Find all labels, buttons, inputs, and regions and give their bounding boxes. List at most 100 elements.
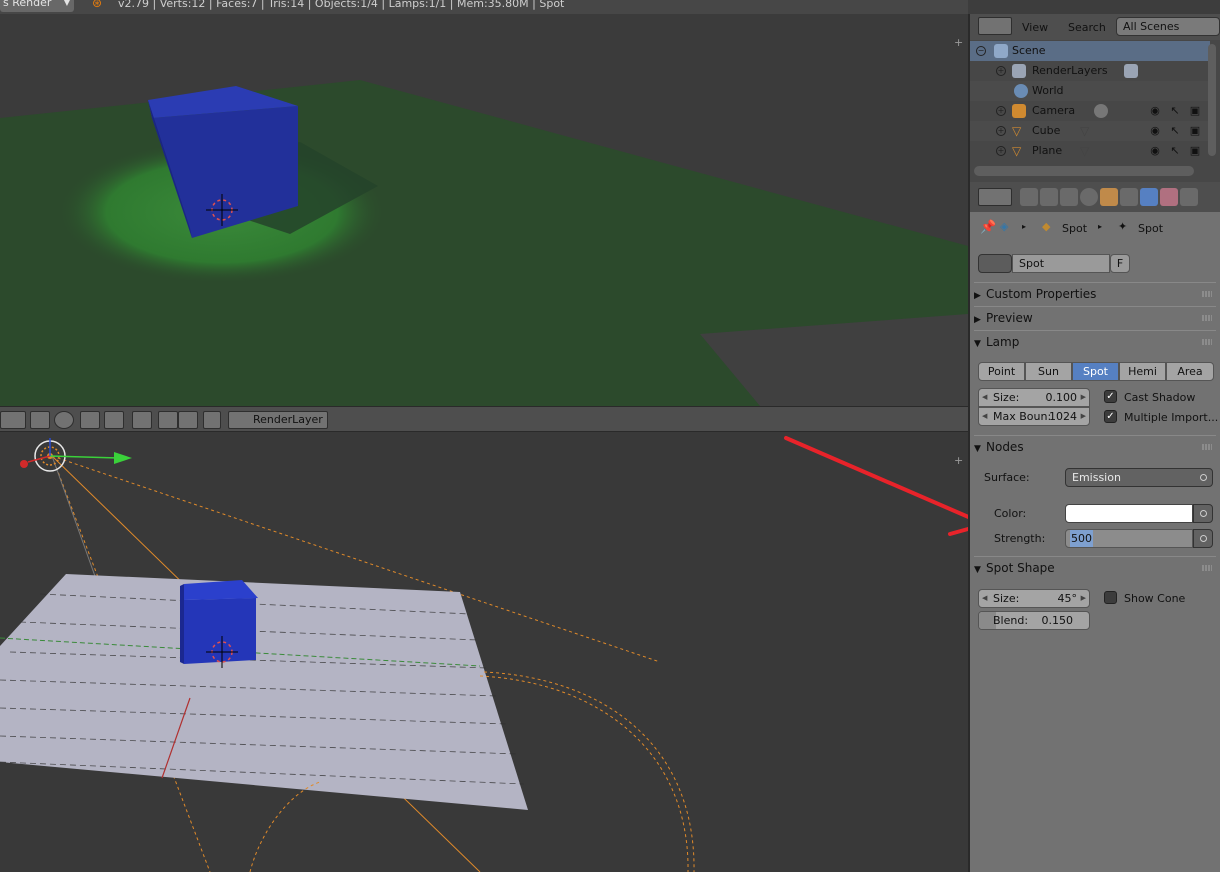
object-tab-icon[interactable] [1100,188,1118,206]
lamp-type-hemi[interactable]: Hemi [1119,362,1166,381]
render-layer-button[interactable]: RenderLayer [228,411,328,429]
fake-user-button[interactable]: F [1110,254,1130,273]
lamp-type-spot[interactable]: Spot [1072,362,1119,381]
lock-icon[interactable] [80,411,100,429]
render-tab-icon[interactable] [1020,188,1038,206]
outliner-h-scrollbar[interactable] [974,166,1194,176]
render-camera-icon[interactable]: ▣ [1188,124,1202,138]
outliner-row-plane[interactable]: + ▽ Plane ▽ ◉ ↖ ▣ [970,141,1210,161]
expand-arrow-icon: ▶ [974,315,981,325]
drag-grip-icon[interactable] [1202,444,1212,450]
color-swatch[interactable] [1065,504,1193,523]
outliner-row-world[interactable]: World [970,81,1210,101]
snapshot-icon[interactable] [132,411,152,429]
outliner-row-label: Camera [1032,104,1076,117]
outliner-row-label: Plane [1032,144,1063,157]
outliner-row-scene[interactable]: − Scene [970,41,1210,61]
display-mode-select[interactable]: All Scenes [1116,17,1220,36]
color-socket-button[interactable] [1193,504,1213,523]
render-border-icon[interactable] [30,411,50,429]
outliner-scrollbar[interactable] [1208,44,1216,156]
collapse-icon[interactable]: − [976,46,986,56]
spot-shape-panel[interactable]: ▼ Spot Shape [974,556,1216,578]
multiple-importance-checkbox[interactable]: ✓ [1104,410,1117,423]
eye-icon[interactable]: ◉ [1148,144,1162,158]
expand-icon[interactable]: + [996,66,1006,76]
lamp-name-field[interactable]: Spot [1012,254,1110,273]
render-camera-icon[interactable]: ▣ [1188,144,1202,158]
lamp-type-area[interactable]: Area [1166,362,1214,381]
outliner-row-camera[interactable]: + Camera ◉ ↖ ▣ [970,101,1210,121]
view-menu[interactable]: View [1022,21,1048,34]
show-cone-checkbox[interactable] [1104,591,1117,604]
expand-icon[interactable]: + [996,146,1006,156]
constraints-tab-icon[interactable] [1120,188,1138,206]
outliner-row-label: World [1032,84,1064,97]
strength-field[interactable]: 500 [1065,529,1193,548]
collapse-arrow-icon: ▼ [974,565,981,575]
lamp-size-field[interactable]: ◀ Size: 0.100 ▶ [978,388,1090,407]
add-region-icon[interactable]: + [954,37,964,48]
render-engine-select[interactable]: s Render ▼ [0,0,74,12]
lamp-data-tab-icon[interactable] [1140,188,1158,206]
decrement-icon[interactable]: ◀ [982,590,987,607]
physics-tab-icon[interactable] [1180,188,1198,206]
pin-icon[interactable]: 📌 [980,220,996,235]
overlay-icon[interactable] [104,411,124,429]
lamp-panel[interactable]: ▼ Lamp [974,330,1216,352]
cast-shadow-checkbox[interactable]: ✓ [1104,390,1117,403]
lamp-type-sun[interactable]: Sun [1025,362,1072,381]
search-menu[interactable]: Search [1068,21,1106,34]
nodes-panel[interactable]: ▼ Nodes [974,435,1216,457]
custom-properties-panel[interactable]: ▶ Custom Properties [974,282,1216,304]
drag-grip-icon[interactable] [1202,291,1212,297]
spot-size-field[interactable]: ◀ Size: 45° ▶ [978,589,1090,608]
viewport-shading-icon[interactable] [54,411,74,429]
surface-shader-select[interactable]: Emission [1065,468,1213,487]
view-layers-icon[interactable] [0,411,26,429]
blender-logo-icon: ⊛ [92,0,103,10]
mesh-data-icon: ▽ [1080,124,1090,138]
expand-icon[interactable]: + [996,106,1006,116]
cursor-icon[interactable]: ↖ [1168,104,1182,118]
increment-icon[interactable]: ▶ [1081,590,1086,607]
render-layers-tab-icon[interactable] [1040,188,1058,206]
eye-icon[interactable]: ◉ [1148,104,1162,118]
max-bounces-field[interactable]: ◀ Max Boun: 1024 ▶ [978,407,1090,426]
texture-tab-icon[interactable] [1160,188,1178,206]
cursor-icon[interactable]: ↖ [1168,144,1182,158]
outliner-row-renderlayers[interactable]: + RenderLayers [970,61,1210,81]
pause-icon[interactable] [203,411,221,429]
breadcrumb-object[interactable]: Spot [1062,222,1087,235]
scene-tab-icon[interactable] [1060,188,1078,206]
panel-title: Spot Shape [986,561,1055,575]
breadcrumb-sep-icon: ▸ [1098,222,1103,231]
strength-socket-button[interactable] [1193,529,1213,548]
render-animation-icon[interactable] [178,411,198,429]
cursor-icon[interactable]: ↖ [1168,124,1182,138]
decrement-icon[interactable]: ◀ [982,389,987,406]
render-still-icon[interactable] [158,411,178,429]
eye-icon[interactable]: ◉ [1148,124,1162,138]
decrement-icon[interactable]: ◀ [982,408,987,425]
expand-icon[interactable]: + [996,126,1006,136]
increment-icon[interactable]: ▶ [1081,408,1086,425]
editor-type-icon[interactable] [978,17,1012,35]
render-viewport[interactable]: + [0,14,968,406]
editor-type-icon[interactable] [978,188,1012,206]
field-value: 0.100 [1045,391,1078,404]
lamp-type-point[interactable]: Point [978,362,1025,381]
world-tab-icon[interactable] [1080,188,1098,206]
lamp-browse-icon[interactable] [978,254,1012,273]
preview-panel[interactable]: ▶ Preview [974,306,1216,328]
object-icon: ◆ [1042,220,1051,233]
blend-slider[interactable]: Blend: 0.150 [978,611,1090,630]
render-camera-icon[interactable]: ▣ [1188,104,1202,118]
outliner-row-cube[interactable]: + ▽ Cube ▽ ◉ ↖ ▣ [970,121,1210,141]
breadcrumb-lamp[interactable]: Spot [1138,222,1163,235]
drag-grip-icon[interactable] [1202,339,1212,345]
drag-grip-icon[interactable] [1202,565,1212,571]
mesh-object-icon: ▽ [1012,124,1022,138]
increment-icon[interactable]: ▶ [1081,389,1086,406]
drag-grip-icon[interactable] [1202,315,1212,321]
